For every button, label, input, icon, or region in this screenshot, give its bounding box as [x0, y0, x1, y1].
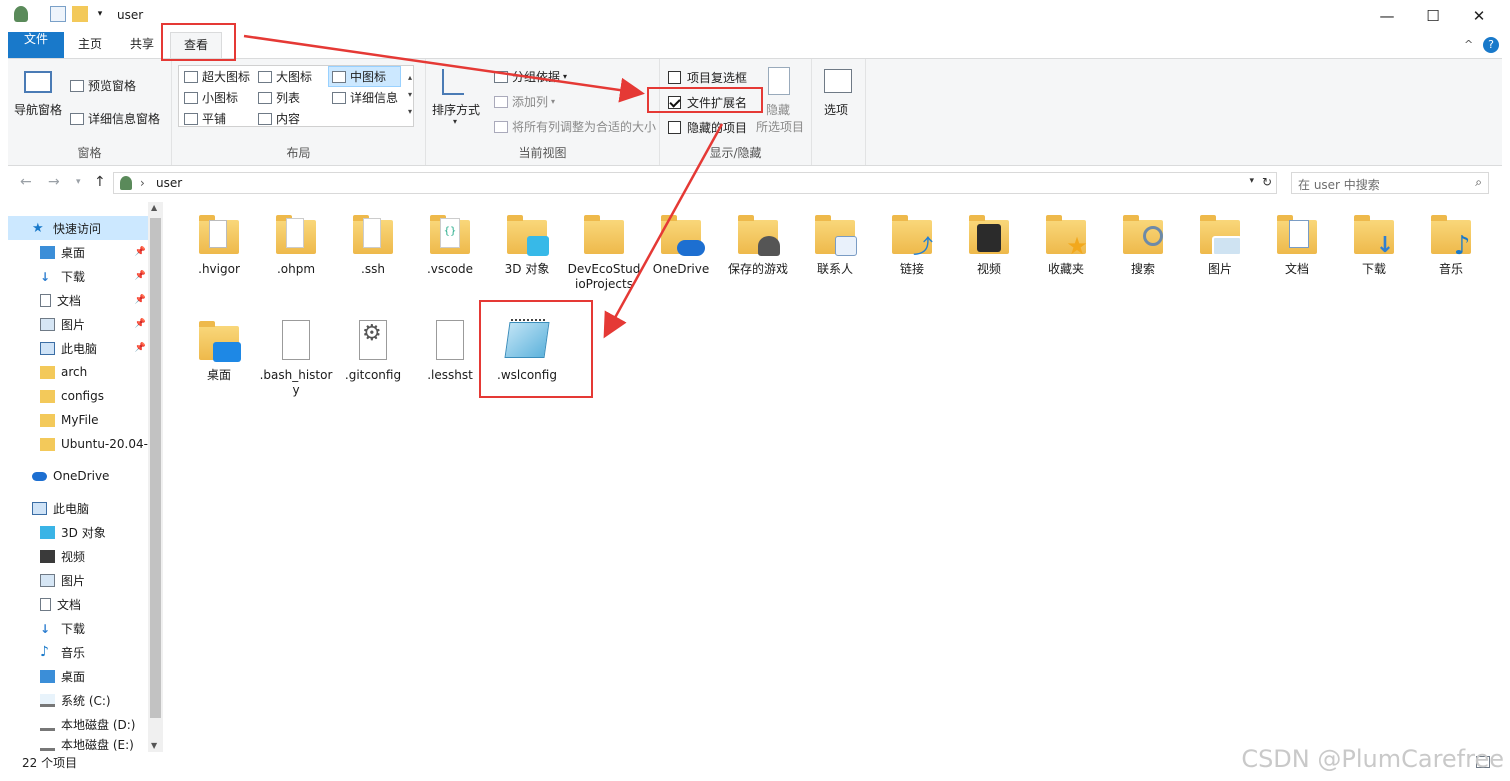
arrow-to-file-extensions — [243, 34, 645, 103]
annotation-arrows — [243, 34, 724, 339]
arrow-to-wslconfig — [603, 123, 724, 339]
watermark: CSDN @PlumCarefree — [1241, 745, 1504, 773]
